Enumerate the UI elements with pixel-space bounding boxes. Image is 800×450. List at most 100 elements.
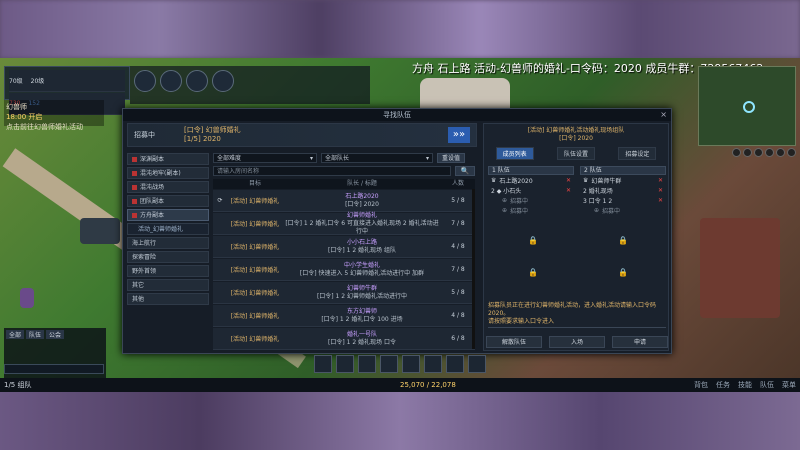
party-detail-pane: [活动] 幻兽师婚礼活动婚礼现场组队 [口令] 2020 成员列表 队伍设置 招… xyxy=(483,123,669,351)
tab-recruit-settings[interactable]: 招募设定 xyxy=(618,147,657,160)
row-subtitle: [口令] 1 2 婚礼口令 6 可直接进入婚礼现场 2 婚礼活动进行中 xyxy=(285,219,439,235)
menu-skills[interactable]: 技能 xyxy=(738,380,752,390)
table-row[interactable]: [活动] 幻兽师婚礼 幻兽师婚礼 [口令] 1 2 婚礼口令 6 可直接进入婚礼现场… xyxy=(213,212,475,235)
category-item[interactable]: 其它 xyxy=(127,279,209,291)
kick-icon[interactable]: ✕ xyxy=(658,177,666,184)
category-item[interactable]: 混沌地牢(副本) xyxy=(127,167,209,179)
skill-slot[interactable] xyxy=(402,355,420,373)
chat-tab[interactable]: 全部 xyxy=(6,330,25,339)
kick-icon[interactable]: ✕ xyxy=(658,187,666,194)
row-count: 5 / 8 xyxy=(451,197,465,204)
empty-slot[interactable]: ⊕ 招募中 xyxy=(488,205,574,215)
col-header[interactable]: 目标 xyxy=(227,179,283,189)
table-row[interactable]: [活动] 幻兽师婚礼 小小石上路 [口令] 1 2 婚礼现场 组队 4 / 8 xyxy=(213,236,475,258)
bottom-status-bar: 1/5 组队 25,070 / 22,078 背包 任务 技能 队伍 菜单 xyxy=(0,378,800,392)
party-member[interactable]: ♛ 石上路2020 ✕ xyxy=(488,175,574,185)
stream-blur-bottom xyxy=(0,392,800,450)
list-scrollbar[interactable] xyxy=(472,189,475,349)
map-icon[interactable] xyxy=(776,148,785,157)
banner-forward-button[interactable]: »» xyxy=(448,127,470,143)
minimap[interactable] xyxy=(698,66,796,146)
window-title-bar[interactable]: 寻找队伍 × xyxy=(123,109,671,121)
quest-tracker[interactable]: 幻兽师 18:00 开启 点击前往幻兽师婚礼活动 xyxy=(4,100,104,131)
category-item[interactable]: 探索冒险 xyxy=(127,251,209,263)
leader-select[interactable]: 全部队长 ▾ xyxy=(321,153,433,163)
map-icon[interactable] xyxy=(743,148,752,157)
row-leader: 东方幻兽师 xyxy=(346,307,377,315)
description-line1: 招募队员正在进行幻兽师婚礼活动，进入婚礼活动请输入口令码2020。 xyxy=(488,302,657,317)
map-icon[interactable] xyxy=(754,148,763,157)
row-count: 7 / 8 xyxy=(451,220,465,227)
chat-tab[interactable]: 队伍 xyxy=(26,330,45,339)
category-item[interactable]: 混沌战场 xyxy=(127,181,209,193)
menu-party[interactable]: 队伍 xyxy=(760,380,774,390)
category-item[interactable]: 深渊副本 xyxy=(127,153,209,165)
col-header[interactable]: 队长 / 标题 xyxy=(283,179,441,189)
category-item-active[interactable]: 方舟副本 xyxy=(127,209,209,221)
kick-icon[interactable]: ✕ xyxy=(658,197,666,204)
banner-label: 招募中 xyxy=(134,131,155,139)
skill-slot[interactable] xyxy=(446,355,464,373)
search-input[interactable]: 请输入房间名称 xyxy=(213,166,451,176)
game-tree xyxy=(700,218,780,318)
table-row[interactable]: ⟳ [活动] 幻兽师婚礼 石上路2020 [口令] 2020 5 / 8 xyxy=(213,190,475,212)
buff-icon[interactable] xyxy=(212,70,234,92)
category-item[interactable]: 海上航行 xyxy=(127,237,209,249)
empty-slot[interactable]: ⊕ 招募中 xyxy=(580,205,666,215)
category-label: 深渊副本 xyxy=(140,155,165,163)
row-target: [活动] 幻兽师婚礼 xyxy=(230,221,280,228)
party-member[interactable]: 3 口令 1 2 ✕ xyxy=(580,195,666,205)
table-row[interactable]: [活动] 幻兽师婚礼 幻兽师牛群 [口令] 1 2 幻兽师婚礼活动进行中 5 / 8 xyxy=(213,282,475,304)
skill-slot[interactable] xyxy=(468,355,486,373)
tab-party-settings[interactable]: 队伍设置 xyxy=(556,147,595,160)
difficulty-select[interactable]: 全部难度 ▾ xyxy=(213,153,317,163)
category-item[interactable]: 其他 xyxy=(127,293,209,305)
row-leader: 婚礼一号队 xyxy=(346,330,377,338)
map-icon[interactable] xyxy=(732,148,741,157)
category-label: 团队副本 xyxy=(140,197,165,205)
category-item[interactable]: 野外首领 xyxy=(127,265,209,277)
table-row[interactable]: [活动] 幻兽师婚礼 东方幻兽师 [口令] 1 2 婚礼口令 100 进场 4 / 8 xyxy=(213,305,475,327)
menu-inventory[interactable]: 背包 xyxy=(694,380,708,390)
disband-button[interactable]: 解散队伍 xyxy=(486,336,542,348)
menu-main[interactable]: 菜单 xyxy=(782,380,796,390)
buff-icon[interactable] xyxy=(134,70,156,92)
category-subitem[interactable]: 活动_幻兽师婚礼 xyxy=(127,223,209,235)
apply-button[interactable]: 申请 xyxy=(612,336,668,348)
party-member[interactable]: 2 婚礼现场 ✕ xyxy=(580,185,666,195)
banner-info-line2: [1/5] 2020 xyxy=(184,135,221,143)
reset-button[interactable]: 重设值 xyxy=(437,153,466,163)
party-member[interactable]: ♛ 幻兽师牛群 ✕ xyxy=(580,175,666,185)
search-icon[interactable]: 🔍 xyxy=(455,166,475,176)
map-icon[interactable] xyxy=(787,148,796,157)
empty-slot[interactable]: ⊕ 招募中 xyxy=(488,195,574,205)
skill-slot[interactable] xyxy=(380,355,398,373)
chat-input[interactable] xyxy=(4,364,104,374)
row-leader: 中小学生婚礼 xyxy=(343,261,380,269)
col-header[interactable]: 人数 xyxy=(441,179,475,189)
category-label: 活动_幻兽师婚礼 xyxy=(138,225,184,233)
kick-icon[interactable]: ✕ xyxy=(566,187,574,194)
category-item[interactable]: 团队副本 xyxy=(127,195,209,207)
row-subtitle: [口令] 1 2 婚礼口令 100 进场 xyxy=(321,315,403,323)
party-finder-window: 寻找队伍 × 招募中 [口令] 幻兽师婚礼 [1/5] 2020 »» 深渊副本… xyxy=(122,108,672,354)
party-member[interactable]: 2 ◆ 小石头 ✕ xyxy=(488,185,574,195)
row-leader: 石上路2020 xyxy=(345,192,379,200)
skill-slot[interactable] xyxy=(336,355,354,373)
close-icon[interactable]: × xyxy=(660,109,667,121)
kick-icon[interactable]: ✕ xyxy=(566,177,574,184)
buff-icon[interactable] xyxy=(160,70,182,92)
menu-quest[interactable]: 任务 xyxy=(716,380,730,390)
skill-slot[interactable] xyxy=(424,355,442,373)
buff-icon[interactable] xyxy=(186,70,208,92)
table-row[interactable]: [活动] 幻兽师婚礼 中小学生婚礼 [口令] 快速进入 5 幻兽师婚礼活动进行中 加… xyxy=(213,259,475,281)
chat-tab[interactable]: 公会 xyxy=(46,330,65,339)
skill-slot[interactable] xyxy=(358,355,376,373)
map-icon[interactable] xyxy=(765,148,774,157)
row-subtitle: [口令] 快速进入 5 幻兽师婚礼活动进行中 加群 xyxy=(299,269,425,277)
enter-button[interactable]: 入场 xyxy=(549,336,605,348)
member-name: 2 婚礼现场 xyxy=(583,187,613,195)
skill-slot[interactable] xyxy=(314,355,332,373)
tab-members[interactable]: 成员列表 xyxy=(495,147,534,160)
table-row[interactable]: [活动] 幻兽师婚礼 婚礼一号队 [口令] 1 2 婚礼现场 口令 6 / 8 xyxy=(213,328,475,350)
